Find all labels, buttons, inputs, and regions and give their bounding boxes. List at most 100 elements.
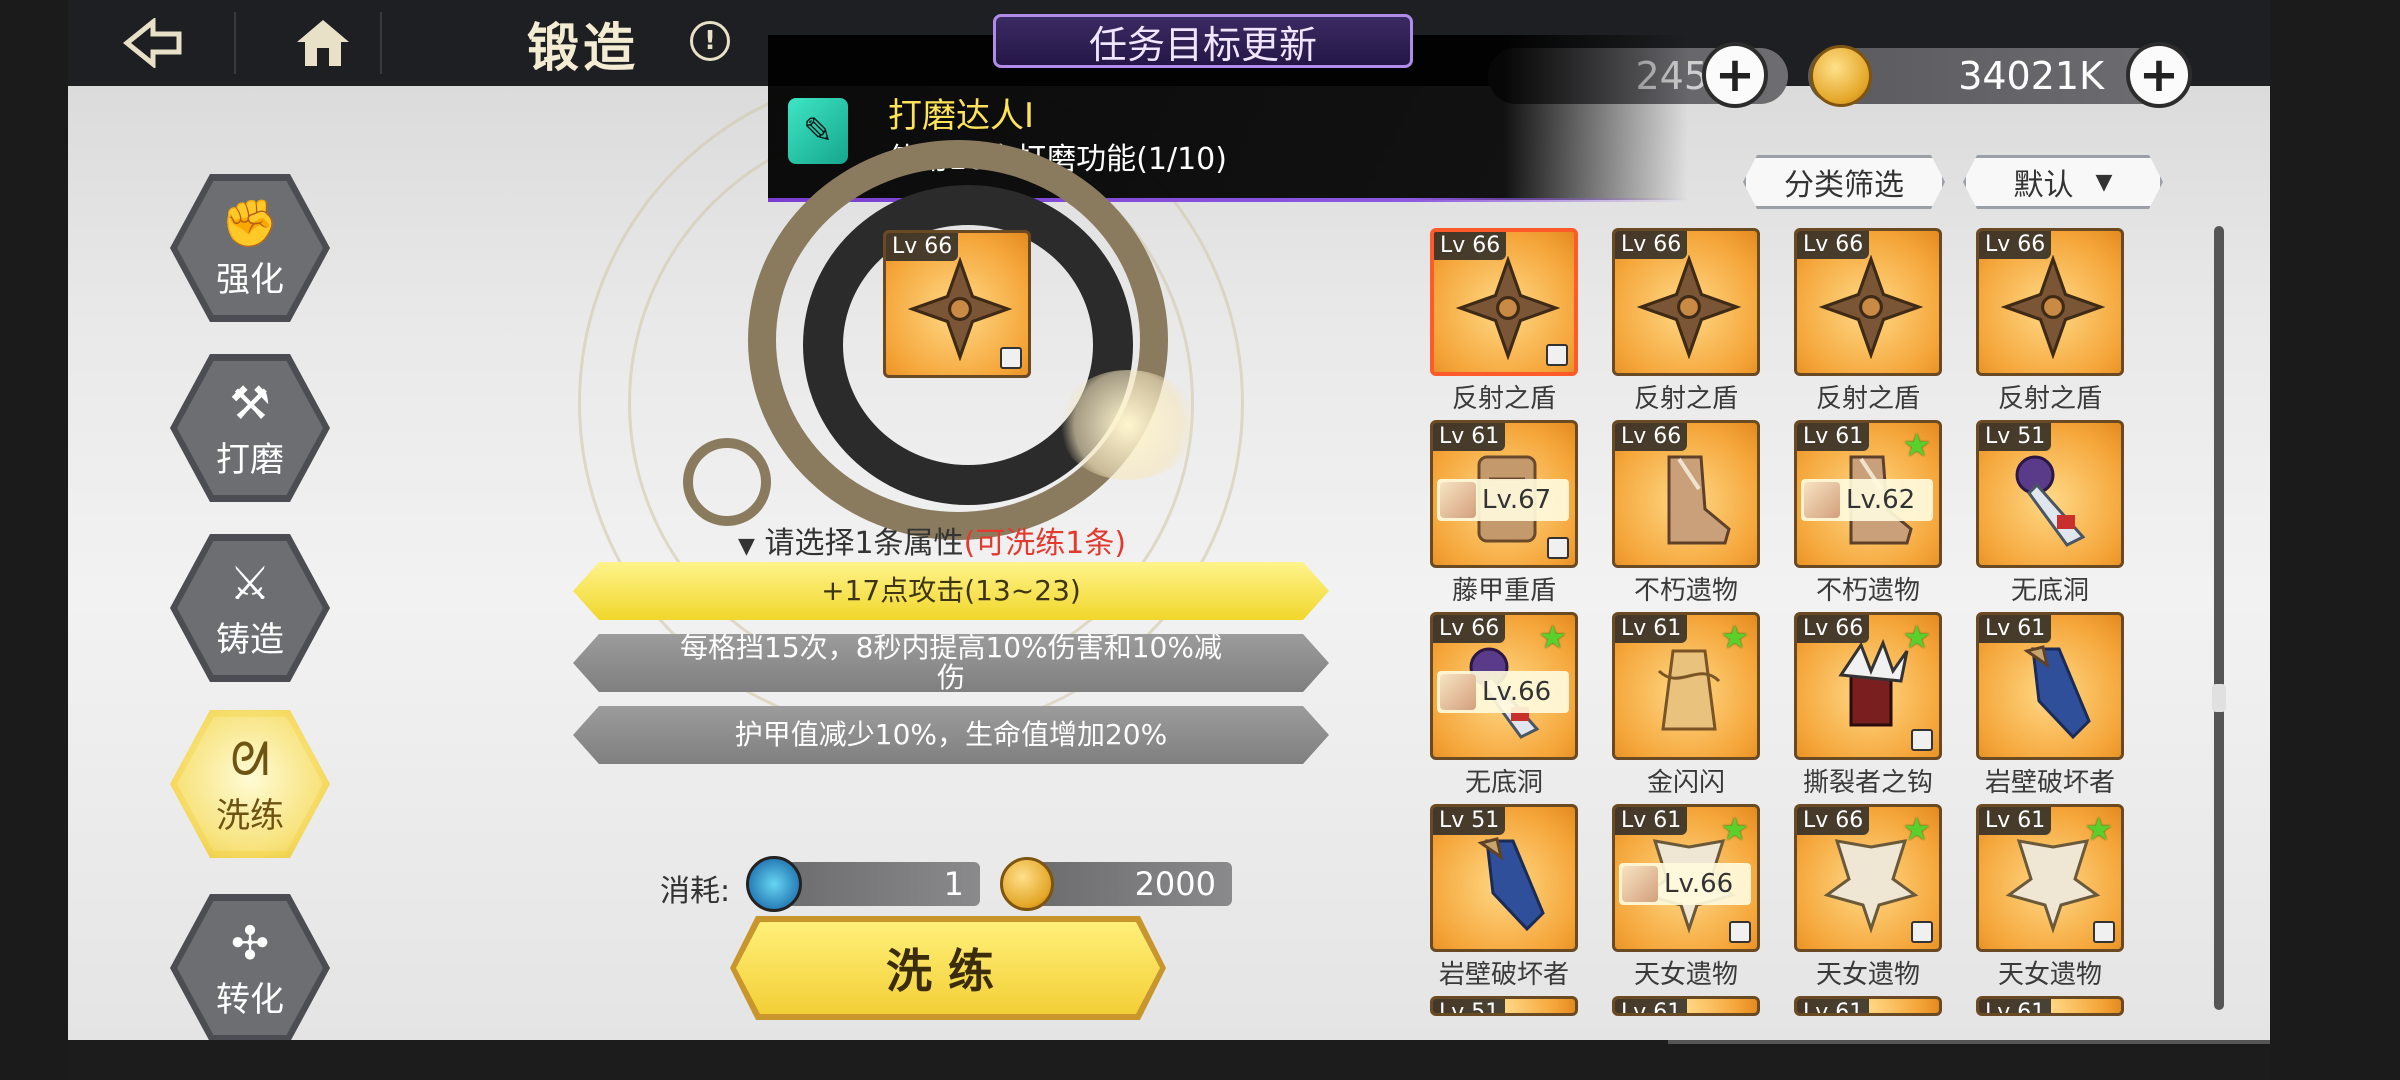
shield-icon: [1815, 251, 1927, 363]
reroll-stone-icon: [746, 856, 802, 912]
equipped-by-badge: Lv.66: [1437, 671, 1569, 713]
sidebar-item-reroll[interactable]: ᘛ 洗练: [170, 710, 330, 858]
selected-equipment[interactable]: Lv 66: [883, 230, 1031, 378]
inventory-item[interactable]: Lv 61 ★ Lv.66: [1612, 804, 1760, 952]
inventory-item-name: 不朽遗物: [1633, 576, 1738, 606]
category-filter-label: 分类筛选: [1784, 168, 1904, 203]
gold-cost: 2000: [1030, 862, 1232, 906]
sidebar-item-label: 转化: [216, 979, 284, 1020]
inventory-item[interactable]: Lv 61: [1794, 996, 1942, 1016]
inventory-item-name: 反射之盾: [1451, 384, 1556, 414]
sidebar-item-enhance[interactable]: ✊ 强化: [170, 174, 330, 322]
inventory-item[interactable]: Lv 61 ★ Lv.62: [1794, 420, 1942, 568]
small-gear-decoration: [683, 438, 771, 526]
sidebar-item-label: 铸造: [216, 619, 284, 660]
home-icon: [297, 20, 349, 66]
inventory-item-name: 无底洞: [2010, 576, 2089, 606]
inventory-item[interactable]: Lv 66 ★: [1794, 612, 1942, 760]
attribute-option[interactable]: 每格挡15次，8秒内提高10%伤害和10%减伤: [573, 634, 1329, 692]
attribute-option[interactable]: 护甲值减少10%，生命值增加20%: [573, 706, 1329, 764]
inventory-item[interactable]: Lv 66: [1794, 228, 1942, 376]
shield-icon: [1997, 251, 2109, 363]
star-icon: ★: [1720, 810, 1749, 848]
lock-icon: [1546, 344, 1568, 366]
sidebar-item-label: 强化: [216, 259, 284, 300]
inventory-item[interactable]: Lv 61: [1976, 996, 2124, 1016]
page-title: 锻造: [526, 17, 639, 79]
attribute-option[interactable]: +17点攻击(13~23): [573, 562, 1329, 620]
inventory-item[interactable]: Lv 66 ★ Lv.66: [1430, 612, 1578, 760]
inventory-item[interactable]: Lv 66: [1430, 228, 1578, 376]
divider: [234, 12, 236, 74]
inventory-item[interactable]: Lv 66 ★: [1794, 804, 1942, 952]
star-icon: ★: [1902, 426, 1931, 464]
inventory-scrollbar[interactable]: [2214, 226, 2224, 1010]
inventory-item[interactable]: Lv 61 Lv.67: [1430, 420, 1578, 568]
back-button[interactable]: [108, 0, 198, 86]
inventory-item-name: 藤甲重盾: [1451, 576, 1556, 606]
inventory-item-name: 岩壁破坏者: [1984, 768, 2115, 798]
sidebar-item-forge[interactable]: ⚔ 铸造: [170, 534, 330, 682]
blade-icon: [1451, 827, 1563, 939]
inventory-item[interactable]: Lv 51: [1430, 996, 1578, 1016]
attribute-text: 每格挡15次，8秒内提高10%伤害和10%减伤: [680, 631, 1222, 694]
equipped-by-badge: Lv.62: [1801, 479, 1933, 521]
chevron-down-icon: ▼: [2095, 169, 2113, 195]
inventory-item-name: 反射之盾: [1997, 384, 2102, 414]
equipped-character-level: Lv.62: [1846, 485, 1916, 515]
inventory-item[interactable]: Lv 61 ★: [1976, 804, 2124, 952]
compass-icon: ✣: [230, 915, 270, 970]
inventory-item[interactable]: Lv 66: [1612, 420, 1760, 568]
quest-title: 打磨达人I: [888, 96, 1035, 136]
bottom-bar: [68, 1040, 2270, 1080]
star-icon: ★: [1902, 810, 1931, 848]
attribute-text: 护甲值减少10%，生命值增加20%: [734, 718, 1168, 751]
inventory-item[interactable]: Lv 66: [1612, 228, 1760, 376]
shield-icon: [1633, 251, 1745, 363]
cost-label: 消耗:: [660, 874, 731, 909]
inventory-item[interactable]: Lv 66: [1976, 228, 2124, 376]
attribute-text: +17点攻击(13~23): [821, 574, 1081, 607]
home-button[interactable]: [268, 0, 378, 86]
inventory-item[interactable]: Lv 61: [1612, 996, 1760, 1016]
equipped-by-badge: Lv.66: [1619, 863, 1751, 905]
character-avatar: [1440, 482, 1476, 518]
divider: [380, 12, 382, 74]
gold-coin-icon: [1000, 857, 1054, 911]
star-icon: ★: [1902, 618, 1931, 656]
swirl-icon: ᘛ: [230, 731, 270, 786]
star-icon: ★: [1720, 618, 1749, 656]
character-avatar: [1804, 482, 1840, 518]
inventory-item[interactable]: Lv 61 ★: [1612, 612, 1760, 760]
item-level: Lv 61: [1979, 999, 2052, 1013]
inventory-item-name: 反射之盾: [1815, 384, 1920, 414]
sidebar-item-polish[interactable]: ⚒ 打磨: [170, 354, 330, 502]
inventory-item-name: 反射之盾: [1633, 384, 1738, 414]
add-gems-button[interactable]: +: [1702, 42, 1768, 108]
anvil-icon: ⚒: [229, 375, 271, 430]
inventory-item-name: 金闪闪: [1646, 768, 1725, 798]
sidebar-item-convert[interactable]: ✣ 转化: [170, 894, 330, 1042]
inventory-item[interactable]: Lv 51: [1976, 420, 2124, 568]
attribute-prompt-text: 请选择1条属性: [764, 526, 964, 561]
star-icon: ★: [1538, 618, 1567, 656]
info-icon[interactable]: !: [690, 21, 730, 61]
lock-icon: [1729, 921, 1751, 943]
lock-icon: [1911, 921, 1933, 943]
quest-update-banner: 任务目标更新: [993, 14, 1413, 68]
lock-icon: [2093, 921, 2115, 943]
inventory-item[interactable]: Lv 61: [1976, 612, 2124, 760]
character-avatar: [1440, 674, 1476, 710]
blade-icon: [1997, 635, 2109, 747]
sort-dropdown[interactable]: 默认 ▼: [1963, 155, 2163, 209]
add-gold-button[interactable]: +: [2126, 42, 2192, 108]
scrollbar-thumb[interactable]: [2212, 684, 2226, 712]
bottom-bar-line: [1668, 1040, 2270, 1044]
equipped-character-level: Lv.66: [1482, 677, 1552, 707]
reroll-button[interactable]: 洗练: [736, 922, 1160, 1014]
inventory-item[interactable]: Lv 51: [1430, 804, 1578, 952]
back-arrow-icon: [123, 18, 182, 68]
steam-cloud-decoration: [1058, 370, 1198, 480]
inventory-item-name: 天女遗物: [1815, 960, 1920, 990]
category-filter-button[interactable]: 分类筛选: [1743, 155, 1945, 209]
